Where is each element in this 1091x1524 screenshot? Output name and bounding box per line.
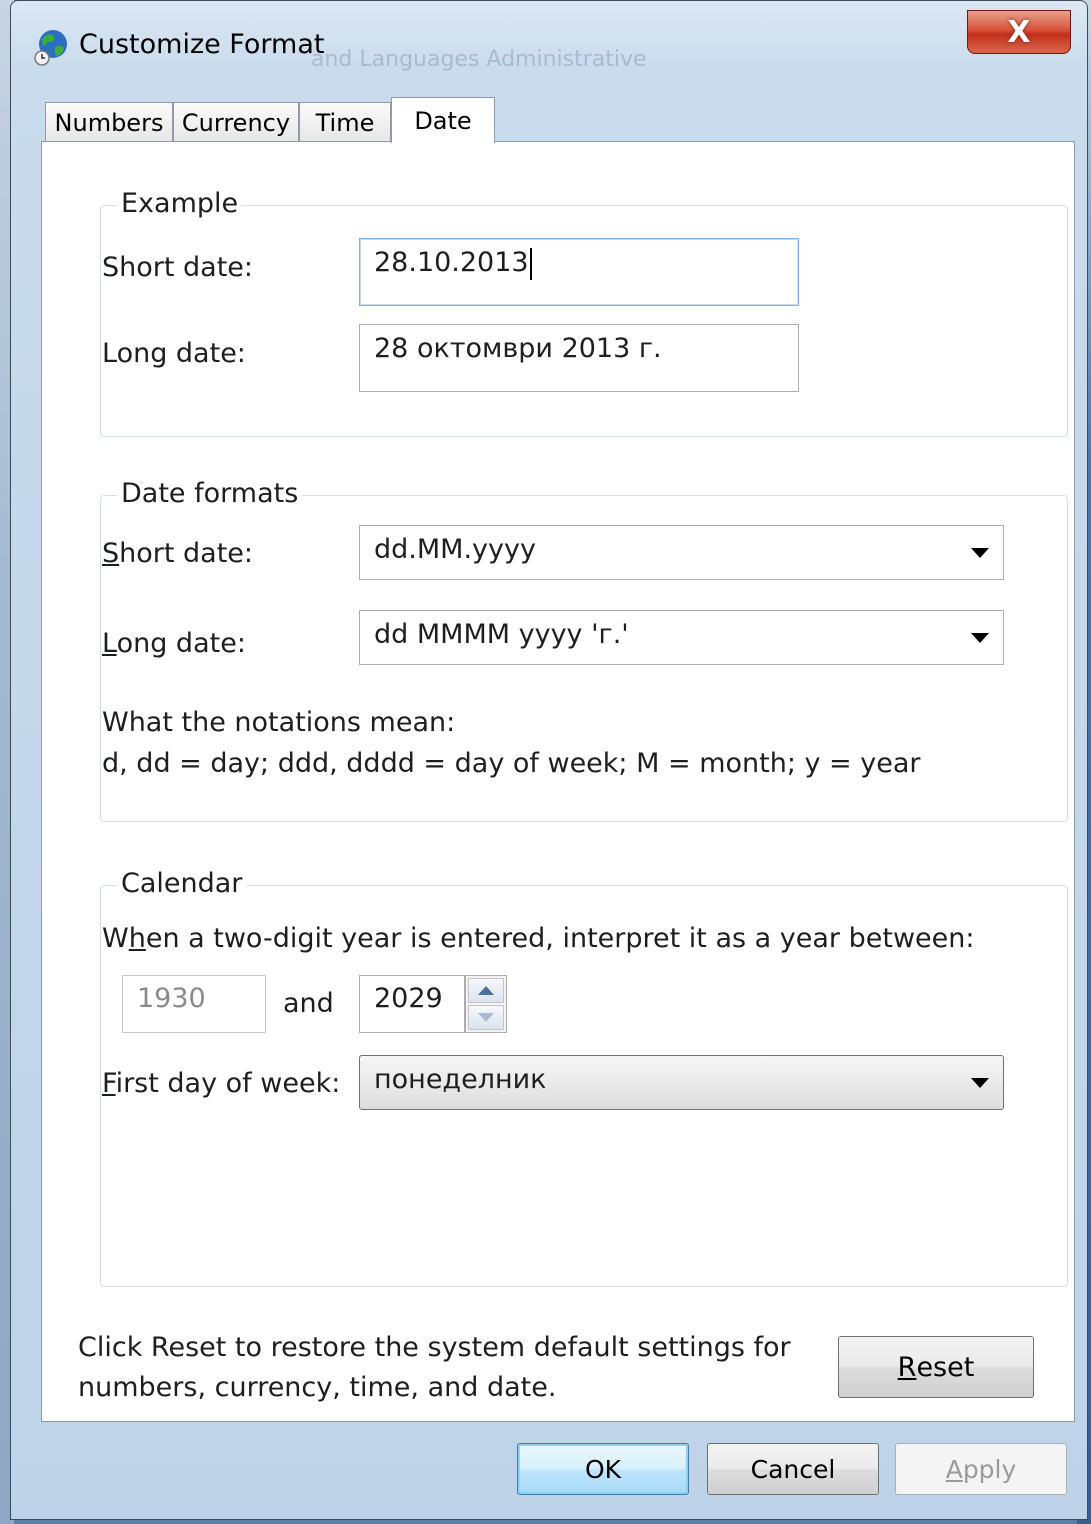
notations-title: What the notations mean: <box>102 707 456 738</box>
close-icon: X <box>1007 14 1031 50</box>
example-short-date-label: Short date: <box>102 252 254 283</box>
tab-currency[interactable]: Currency <box>173 102 299 142</box>
notations-text: d, dd = day; ddd, dddd = day of week; M … <box>102 748 921 779</box>
long-date-format-select[interactable]: dd MMMM yyyy 'г.' <box>359 610 1004 665</box>
apply-button[interactable]: Apply <box>895 1443 1067 1495</box>
year-to-value: 2029 <box>374 983 443 1014</box>
cancel-button[interactable]: Cancel <box>707 1443 879 1495</box>
chevron-down-icon <box>971 632 989 643</box>
two-digit-year-label-text: en a two-digit year is entered, interpre… <box>145 923 975 954</box>
tab-time[interactable]: Time <box>299 102 391 142</box>
two-digit-year-access-key: h <box>128 923 146 954</box>
reset-button[interactable]: Reset <box>838 1336 1034 1398</box>
tab-date[interactable]: Date <box>391 97 495 143</box>
long-date-format-label-text: ong date: <box>116 628 246 659</box>
spin-up-icon <box>478 986 494 995</box>
date-tab-panel: Example Short date: 28.10.2013 Long date… <box>41 141 1075 1422</box>
long-date-access-key: L <box>102 628 117 659</box>
globe-clock-icon <box>34 30 67 66</box>
date-formats-legend: Date formats <box>117 476 303 512</box>
example-long-date-label: Long date: <box>102 338 246 369</box>
tab-numbers[interactable]: Numbers <box>45 102 173 142</box>
ok-button[interactable]: OK <box>517 1443 689 1495</box>
example-long-date-field[interactable]: 28 октомври 2013 г. <box>359 324 799 392</box>
two-digit-year-label-start: W <box>102 923 129 954</box>
apply-access-key: A <box>945 1454 963 1484</box>
long-date-format-value: dd MMMM yyyy 'г.' <box>374 619 629 650</box>
example-short-date-value: 28.10.2013 <box>374 247 529 278</box>
spin-down-button[interactable] <box>468 1005 504 1030</box>
first-day-of-week-label-text: irst day of week: <box>115 1068 341 1099</box>
apply-button-label: pply <box>962 1454 1017 1484</box>
short-date-format-select[interactable]: dd.MM.yyyy <box>359 525 1004 580</box>
reset-button-label: eset <box>916 1351 975 1383</box>
chevron-down-icon <box>971 547 989 558</box>
short-date-format-value: dd.MM.yyyy <box>374 534 536 565</box>
year-to-field[interactable]: 2029 <box>359 975 465 1033</box>
title-bar[interactable]: Customize Format and Languages Administr… <box>11 1 1087 85</box>
reset-access-key: R <box>897 1351 917 1383</box>
two-digit-year-label: When a two-digit year is entered, interp… <box>102 923 974 954</box>
and-label: and <box>283 988 334 1019</box>
spin-up-button[interactable] <box>468 978 504 1003</box>
text-caret <box>529 247 532 280</box>
year-to-spinner <box>465 975 507 1033</box>
short-date-access-key: S <box>102 538 120 569</box>
year-from-value: 1930 <box>137 983 206 1014</box>
background-window-title: and Languages Administrative <box>311 47 647 72</box>
close-button[interactable]: X <box>967 10 1071 54</box>
customize-format-dialog: Customize Format and Languages Administr… <box>10 0 1088 1520</box>
reset-description-line1: Click Reset to restore the system defaul… <box>78 1332 791 1363</box>
first-day-of-week-select[interactable]: понеделник <box>359 1055 1004 1110</box>
example-legend: Example <box>117 186 243 222</box>
chevron-down-icon <box>971 1077 989 1088</box>
example-long-date-value: 28 октомври 2013 г. <box>374 333 662 364</box>
first-day-access-key: F <box>102 1068 116 1099</box>
short-date-format-label: Short date: <box>102 538 253 569</box>
reset-description-line2: numbers, currency, time, and date. <box>78 1372 557 1403</box>
calendar-legend: Calendar <box>117 866 247 902</box>
example-short-date-field[interactable]: 28.10.2013 <box>359 238 799 306</box>
short-date-format-label-text: hort date: <box>119 538 254 569</box>
first-day-of-week-value: понеделник <box>374 1064 547 1095</box>
year-from-field: 1930 <box>122 975 266 1033</box>
first-day-of-week-label: First day of week: <box>102 1068 340 1099</box>
spin-down-icon <box>478 1013 494 1022</box>
long-date-format-label: Long date: <box>102 628 246 659</box>
window-title: Customize Format <box>79 29 325 60</box>
